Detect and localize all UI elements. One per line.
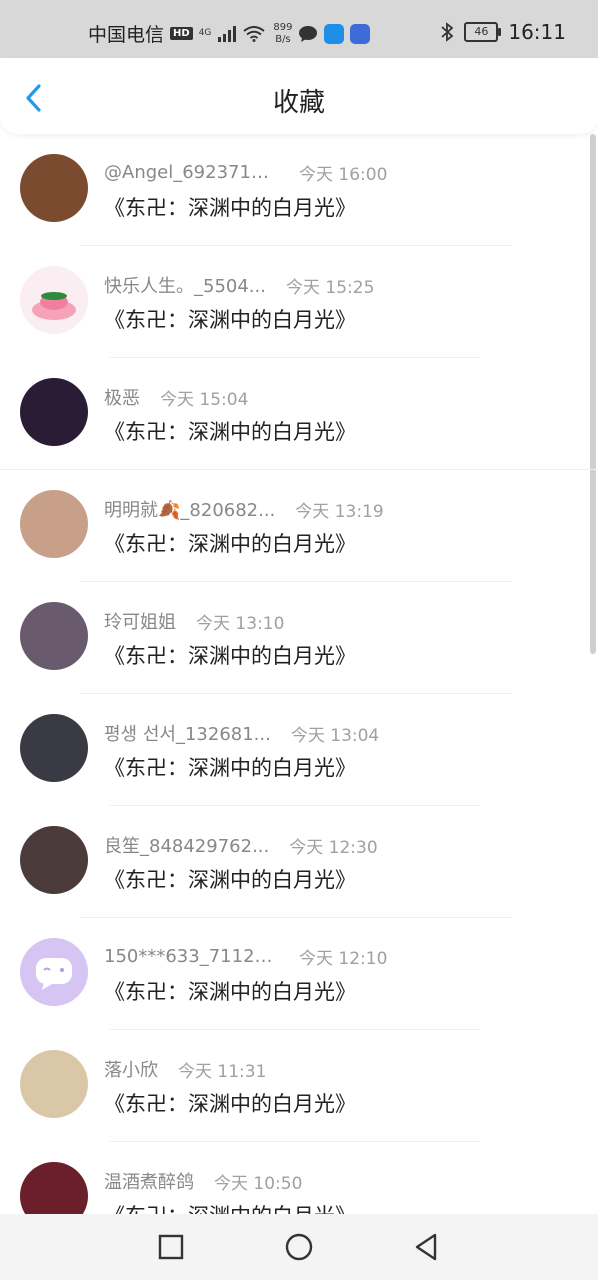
item-content[interactable]: 《东卍：深渊中的白月光》: [104, 1088, 356, 1118]
list-item[interactable]: 평생 선서_132681... 今天 13:04 《东卍：深渊中的白月光》: [0, 694, 598, 806]
list-item[interactable]: 150***633_71129... 今天 12:10 《东卍：深渊中的白月光》: [0, 918, 598, 1030]
item-content[interactable]: 《东卍：深渊中的白月光》: [104, 416, 356, 446]
battery-indicator: 46: [464, 22, 502, 42]
timestamp: 今天 13:10: [196, 613, 285, 634]
username[interactable]: 快乐人生。_5504...: [104, 272, 266, 298]
item-content[interactable]: 《东卍：深渊中的白月光》: [104, 304, 356, 334]
avatar[interactable]: [20, 378, 88, 446]
item-content[interactable]: 《东卍：深渊中的白月光》: [104, 976, 356, 1006]
avatar[interactable]: [20, 1050, 88, 1118]
music-app-icon: [350, 23, 371, 44]
username[interactable]: 良笙_848429762...: [104, 832, 269, 858]
clock: 16:11: [508, 20, 566, 44]
list-item[interactable]: 极恶 今天 15:04 《东卍：深渊中的白月光》: [0, 358, 598, 470]
username[interactable]: 极恶: [104, 384, 140, 410]
list-item[interactable]: 玲可姐姐 今天 13:10 《东卍：深渊中的白月光》: [0, 582, 598, 694]
chat-bubble-icon: [36, 958, 72, 990]
item-content[interactable]: 《东卍：深渊中的白月光》: [104, 752, 356, 782]
page-title: 收藏: [272, 88, 325, 118]
item-content[interactable]: 《东卍：深渊中的白月光》: [104, 1200, 356, 1214]
avatar[interactable]: [20, 938, 88, 1006]
item-meta: 玲可姐姐 今天 13:10: [104, 608, 284, 634]
item-meta: 150***633_71129... 今天 12:10: [104, 944, 387, 969]
favorites-list[interactable]: @Angel_6923712... 今天 16:00 《东卍：深渊中的白月光》 …: [0, 134, 598, 1214]
item-content[interactable]: 《东卍：深渊中的白月光》: [104, 864, 356, 894]
username[interactable]: 落小欣: [104, 1056, 158, 1082]
network-type: 4G: [198, 28, 212, 38]
list-item[interactable]: 明明就🍂_820682... 今天 13:19 《东卍：深渊中的白月光》: [0, 470, 598, 582]
status-left: 中国电信 HD 4G 899 B/s: [88, 20, 371, 47]
username[interactable]: 玲可姐姐: [104, 608, 176, 634]
username[interactable]: 평생 선서_132681...: [104, 720, 271, 746]
item-meta: 落小欣 今天 11:31: [104, 1056, 266, 1082]
item-meta: 良笙_848429762... 今天 12:30: [104, 832, 378, 858]
timestamp: 今天 15:25: [285, 277, 375, 298]
triangle-back-icon[interactable]: [410, 1231, 442, 1263]
network-speed: 899 B/s: [273, 22, 292, 46]
item-meta: 明明就🍂_820682... 今天 13:19: [104, 496, 384, 522]
username[interactable]: 150***633_71129...: [104, 946, 279, 967]
timestamp: 今天 13:19: [295, 501, 384, 522]
item-meta: 快乐人生。_5504... 今天 15:25: [104, 272, 374, 298]
timestamp: 今天 11:31: [178, 1061, 267, 1082]
timestamp: 今天 10:50: [214, 1173, 303, 1194]
timestamp: 今天 15:04: [160, 389, 249, 410]
timestamp: 今天 16:00: [299, 165, 388, 185]
item-meta: @Angel_6923712... 今天 16:00: [104, 160, 387, 185]
username[interactable]: 明明就🍂_820682...: [104, 496, 275, 522]
avatar[interactable]: [20, 602, 88, 670]
item-meta: 温酒煮醉鸽 今天 10:50: [104, 1168, 302, 1194]
username[interactable]: 温酒煮醉鸽: [104, 1168, 194, 1194]
avatar[interactable]: [20, 154, 88, 222]
avatar[interactable]: [20, 266, 88, 334]
square-icon[interactable]: [155, 1231, 187, 1263]
list-item[interactable]: 温酒煮醉鸽 今天 10:50 《东卍：深渊中的白月光》: [0, 1142, 598, 1214]
username[interactable]: @Angel_6923712...: [104, 162, 279, 183]
hd-badge: HD: [170, 27, 193, 40]
speed-value: 899: [273, 21, 293, 33]
lotus-icon: [32, 292, 76, 320]
wifi-icon: [243, 25, 266, 42]
signal-icon: [218, 25, 237, 42]
item-content[interactable]: 《东卍：深渊中的白月光》: [104, 528, 356, 558]
item-meta: 평생 선서_132681... 今天 13:04: [104, 720, 379, 746]
app-header: 收藏: [0, 58, 598, 134]
avatar[interactable]: [20, 1162, 88, 1214]
list-item[interactable]: @Angel_6923712... 今天 16:00 《东卍：深渊中的白月光》: [0, 134, 598, 246]
carrier-label: 中国电信: [88, 24, 165, 46]
weather-app-icon: [324, 23, 345, 44]
avatar[interactable]: [20, 490, 88, 558]
circle-icon[interactable]: [283, 1231, 315, 1263]
item-content[interactable]: 《东卍：深渊中的白月光》: [104, 640, 356, 670]
status-bar: 中国电信 HD 4G 899 B/s 46 16:11: [0, 0, 598, 58]
system-nav-bar: [0, 1214, 598, 1280]
item-meta: 极恶 今天 15:04: [104, 384, 248, 410]
list-item[interactable]: 快乐人生。_5504... 今天 15:25 《东卍：深渊中的白月光》: [0, 246, 598, 358]
speed-unit: B/s: [275, 33, 291, 45]
list-item[interactable]: 落小欣 今天 11:31 《东卍：深渊中的白月光》: [0, 1030, 598, 1142]
bluetooth-icon: [441, 22, 454, 42]
list-item[interactable]: 良笙_848429762... 今天 12:30 《东卍：深渊中的白月光》: [0, 806, 598, 918]
avatar[interactable]: [20, 714, 88, 782]
timestamp: 今天 12:30: [289, 837, 378, 858]
item-content[interactable]: 《东卍：深渊中的白月光》: [104, 192, 356, 222]
timestamp: 今天 13:04: [290, 725, 380, 746]
avatar[interactable]: [20, 826, 88, 894]
message-icon: [299, 25, 318, 42]
timestamp: 今天 12:10: [299, 949, 388, 969]
status-right: 46 16:11: [440, 20, 566, 44]
